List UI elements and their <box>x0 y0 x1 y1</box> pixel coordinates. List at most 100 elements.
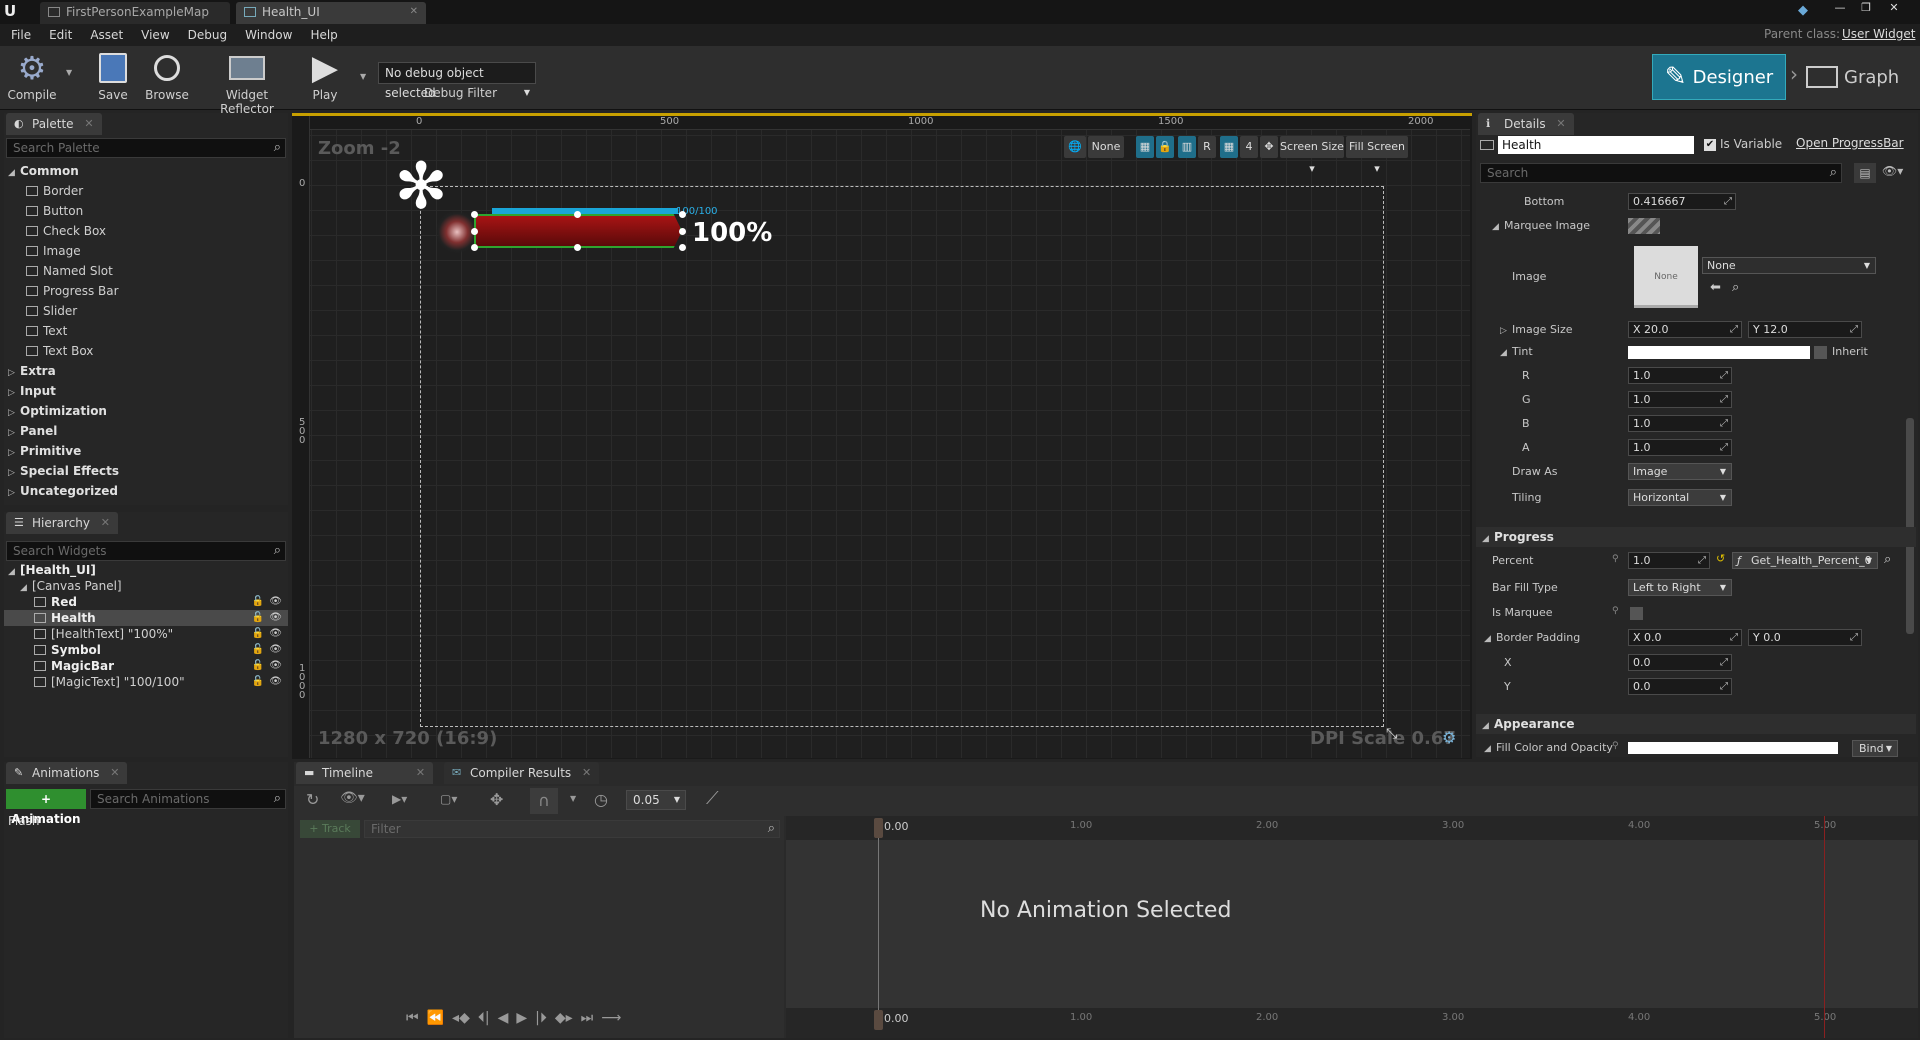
prev-key-icon[interactable]: ◂◆ <box>452 1010 470 1026</box>
tint-r-input[interactable]: 1.0 ⤢ <box>1628 367 1732 384</box>
close-icon[interactable]: ✕ <box>84 113 93 135</box>
widget-name-input[interactable]: Health <box>1498 136 1694 154</box>
selection-handle-bm[interactable] <box>574 244 581 251</box>
animation-item-flash[interactable]: Flash <box>8 814 39 828</box>
palette-category-extra[interactable]: ▷ Extra <box>8 361 56 381</box>
selection-handle-bl[interactable] <box>471 244 478 251</box>
expand-triangle-icon[interactable]: ◢ <box>1484 629 1496 649</box>
tiling-dropdown[interactable]: Horizontal ▼ <box>1628 489 1732 506</box>
browse-asset-icon[interactable]: ⌕ <box>1732 280 1739 295</box>
lock-icon[interactable]: 🔒 <box>1156 136 1174 158</box>
dpi-settings-gear-icon[interactable]: ⚙ <box>1442 728 1456 747</box>
palette-item-text[interactable]: Text <box>26 321 67 341</box>
debug-object-dropdown[interactable]: No debug object selected ▼ <box>378 62 536 100</box>
hierarchy-search-input[interactable]: Search Widgets ⌕ <box>6 541 286 561</box>
lock-icon[interactable]: 🔓 <box>252 642 264 658</box>
close-icon[interactable]: ✕ <box>1556 113 1565 135</box>
playhead-handle-bottom[interactable] <box>874 1010 883 1030</box>
palette-item-text-box[interactable]: Text Box <box>26 341 93 361</box>
is-variable-checkbox[interactable]: ✔ <box>1704 139 1716 151</box>
selection-handle-tr[interactable] <box>679 211 686 218</box>
selection-handle-ml[interactable] <box>471 228 478 235</box>
play-button[interactable]: ▶ Play <box>300 48 350 102</box>
widget-scale-icon[interactable]: 🌐 <box>1064 136 1086 158</box>
palette-item-progress-bar[interactable]: Progress Bar <box>26 281 119 301</box>
bottom-value-input[interactable]: 0.416667 ⤢ <box>1628 193 1736 210</box>
palette-category-panel[interactable]: ▷ Panel <box>8 421 57 441</box>
play-reverse-icon[interactable]: ◀ <box>498 1010 509 1026</box>
palette-category-primitive[interactable]: ▷ Primitive <box>8 441 81 461</box>
health-progress-bar[interactable] <box>474 214 682 248</box>
hierarchy-item[interactable]: Red 🔓 👁 <box>4 594 288 610</box>
appearance-section-header[interactable]: ◢ Appearance <box>1476 714 1916 734</box>
loop-icon[interactable]: ↻ <box>306 790 319 809</box>
selection-handle-br[interactable] <box>679 244 686 251</box>
play-options-dropdown[interactable]: ▼ <box>360 72 366 81</box>
compile-options-dropdown[interactable]: ▼ <box>66 68 72 77</box>
to-start-icon[interactable]: ⏮ <box>406 1010 419 1026</box>
tint-g-input[interactable]: 1.0 ⤢ <box>1628 391 1732 408</box>
play-options-icon[interactable]: ▶▾ <box>392 792 407 806</box>
palette-item-border[interactable]: Border <box>26 181 83 201</box>
palette-category-common[interactable]: ◢ Common <box>8 161 79 181</box>
move-mode-icon[interactable]: ✥ <box>1260 136 1278 158</box>
expand-triangle-icon[interactable]: ◢ <box>1500 343 1512 363</box>
palette-category-optimization[interactable]: ▷ Optimization <box>8 401 107 421</box>
visibility-eye-icon[interactable]: 👁 <box>269 626 282 642</box>
close-icon[interactable]: ✕ <box>101 512 110 534</box>
draw-as-dropdown[interactable]: Image ▼ <box>1628 463 1732 480</box>
hierarchy-item[interactable]: ◢ [Canvas Panel] <box>4 578 288 594</box>
use-selected-arrow-icon[interactable]: ⬅ <box>1710 280 1721 295</box>
notify-icon[interactable]: ◆ <box>1798 3 1808 18</box>
screen-size-dropdown[interactable]: Screen Size ▾ <box>1280 136 1344 175</box>
tab-firstpersonexamplemap[interactable]: FirstPersonExampleMap <box>40 2 230 24</box>
graph-mode-button[interactable]: Graph <box>1806 54 1918 100</box>
open-progressbar-link[interactable]: Open ProgressBar <box>1796 136 1904 150</box>
minimize-icon[interactable]: — <box>1830 0 1850 16</box>
percent-binding-dropdown[interactable]: ƒ Get_Health_Percent_0 ▼ <box>1732 552 1878 569</box>
time-step-dropdown[interactable]: 0.05 ▼ <box>626 790 686 810</box>
to-end-icon[interactable]: ⏭ <box>581 1010 594 1026</box>
fill-color-bind-dropdown[interactable]: Bind ▼ <box>1852 740 1898 757</box>
palette-item-slider[interactable]: Slider <box>26 301 77 321</box>
image-thumbnail[interactable]: None <box>1634 246 1698 308</box>
lock-icon[interactable]: 🔓 <box>252 626 264 642</box>
widget-reflector-button[interactable]: Widget Reflector <box>200 48 294 116</box>
border-padding-y-input[interactable]: Y 0.0 ⤢ <box>1748 629 1862 646</box>
visibility-eye-icon[interactable]: 👁▾ <box>340 790 365 806</box>
menu-edit[interactable]: Edit <box>40 24 81 46</box>
close-icon[interactable]: ✕ <box>416 762 425 784</box>
view-options-eye-icon[interactable]: 👁▾ <box>1882 164 1903 178</box>
designer-canvas[interactable]: 0 500 1000 1500 2000 0 5 0 0 1 0 0 0 Zoo… <box>296 116 1470 758</box>
designer-mode-button[interactable]: ✎ Designer <box>1652 54 1786 100</box>
animations-search-input[interactable]: Search Animations ⌕ <box>90 789 286 809</box>
image-size-y-input[interactable]: Y 12.0 ⤢ <box>1748 321 1862 338</box>
menu-asset[interactable]: Asset <box>81 24 132 46</box>
browse-button[interactable]: Browse <box>142 48 192 102</box>
image-asset-dropdown[interactable]: None ▼ <box>1702 257 1876 274</box>
reset-binding-icon[interactable]: ↺ <box>1716 552 1725 565</box>
transform-icon[interactable]: ✥ <box>490 790 503 809</box>
percent-input[interactable]: 1.0 ⤢ <box>1628 552 1710 569</box>
palette-item-named-slot[interactable]: Named Slot <box>26 261 113 281</box>
details-scrollbar[interactable] <box>1906 418 1914 634</box>
visibility-eye-icon[interactable]: 👁 <box>269 610 282 626</box>
step-forward-frame-icon[interactable]: |⏵ <box>535 1010 547 1026</box>
resize-handle-icon[interactable]: ⤡ <box>1386 726 1397 742</box>
padding-x-input[interactable]: 0.0 ⤢ <box>1628 654 1732 671</box>
expand-triangle-icon[interactable]: ▷ <box>1500 321 1512 341</box>
menu-file[interactable]: File <box>2 24 40 46</box>
parent-class-link[interactable]: User Widget <box>1842 27 1915 41</box>
hierarchy-item[interactable]: ◢ [Health_UI] <box>4 562 288 578</box>
hierarchy-item[interactable]: [HealthText] "100%" 🔓 👁 <box>4 626 288 642</box>
add-animation-button[interactable]: + Animation <box>6 789 86 826</box>
menu-window[interactable]: Window <box>236 24 301 46</box>
tab-palette[interactable]: ◐ Palette ✕ <box>6 113 102 135</box>
visibility-eye-icon[interactable]: 👁 <box>269 594 282 610</box>
selection-handle-tl[interactable] <box>471 211 478 218</box>
progress-section-header[interactable]: ◢ Progress <box>1476 527 1916 547</box>
outline-icon[interactable]: ▥ <box>1178 136 1196 158</box>
tint-color-swatch[interactable] <box>1628 346 1810 359</box>
menu-view[interactable]: View <box>132 24 178 46</box>
lock-icon[interactable]: 🔓 <box>252 674 264 690</box>
